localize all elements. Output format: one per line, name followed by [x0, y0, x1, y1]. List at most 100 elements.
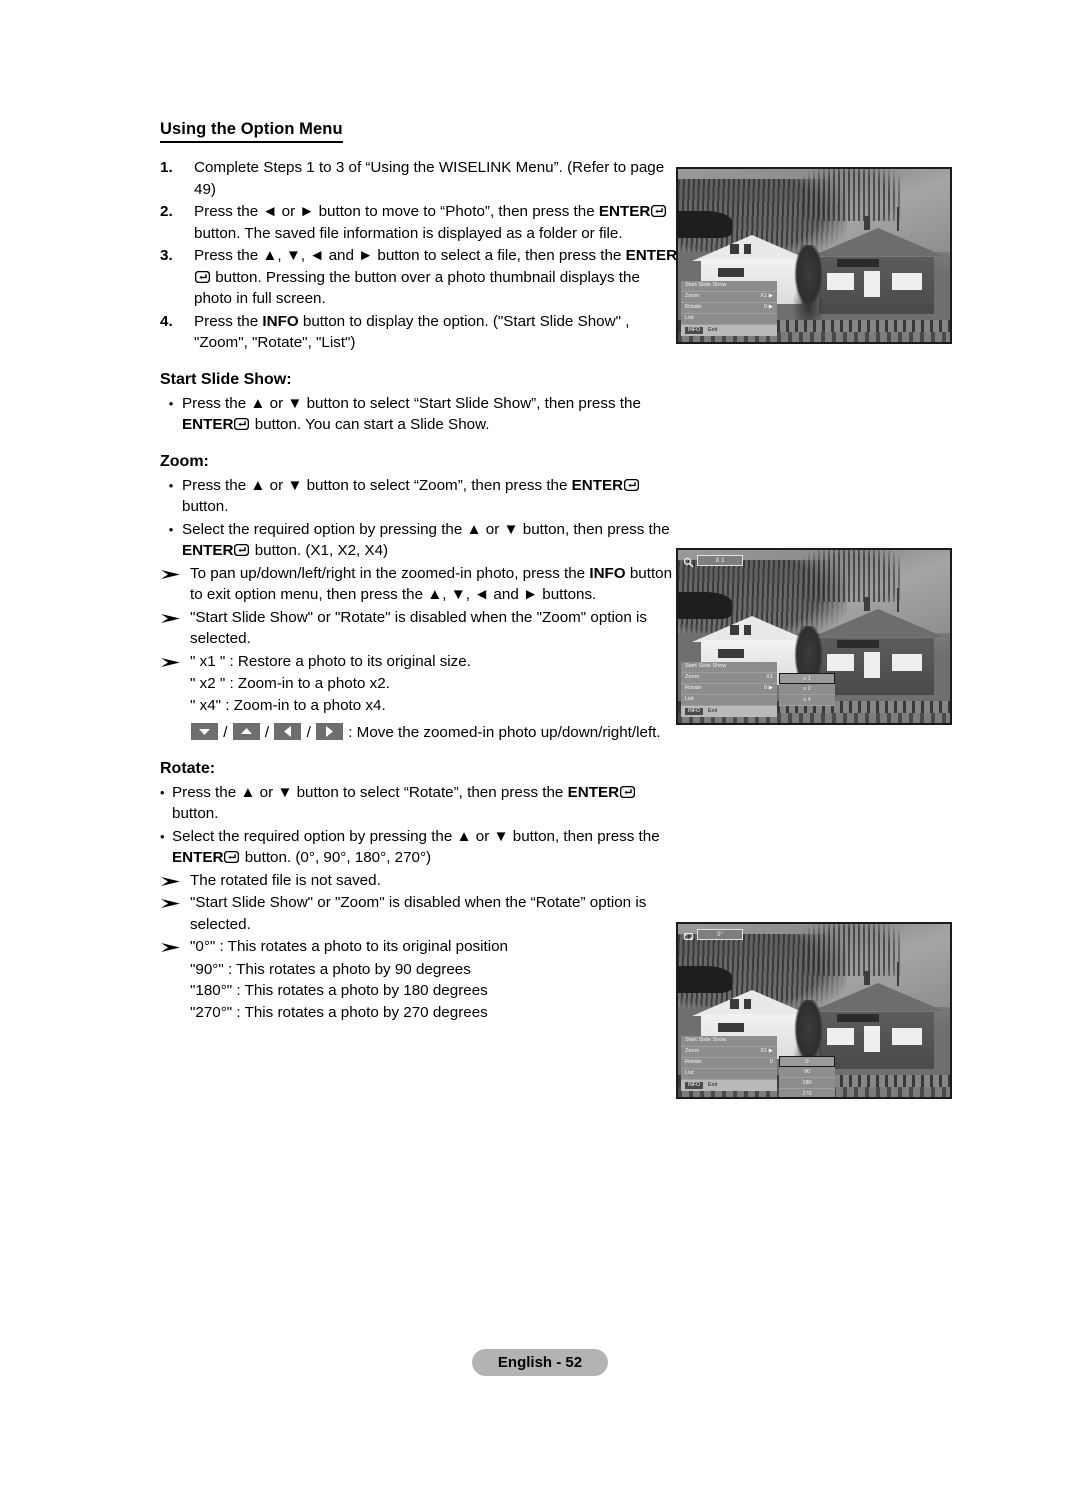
- enter-symbol-icon: [234, 544, 250, 556]
- bullet-item: • Select the required option by pressing …: [160, 519, 680, 562]
- osd-menu-item[interactable]: List: [681, 695, 777, 706]
- submenu-option[interactable]: x 2: [779, 684, 835, 695]
- bullet-dot-icon: •: [168, 521, 174, 537]
- down-arrow-key[interactable]: [191, 723, 218, 740]
- submenu-option[interactable]: 180: [779, 1078, 835, 1089]
- osd-menu-item[interactable]: Start Slide Show: [681, 281, 777, 292]
- osd-menu-item[interactable]: List: [681, 1069, 777, 1080]
- note-marker: [160, 936, 190, 958]
- key-name: INFO: [262, 312, 299, 330]
- key-separator: /: [260, 724, 274, 741]
- zoom-level-badge: X 1: [683, 555, 743, 568]
- bullet-item: • Press the ▲ or ▼ button to select “Zoom…: [160, 475, 680, 518]
- osd-item-label: Start Slide Show: [685, 1037, 727, 1044]
- numbered-step: 2. Press the ◄ or ► button to move to “Ph…: [160, 201, 680, 244]
- osd-item-value: 0 ▶: [764, 685, 773, 692]
- step-text: Press the ▲, ▼, ◄ and ► button to select…: [194, 247, 678, 307]
- right-arrow-key[interactable]: [316, 723, 344, 740]
- note-text: "Start Slide Show" or "Zoom" is disabled…: [190, 894, 647, 933]
- page-footer: English - 52: [0, 1349, 1080, 1376]
- bullet-dot-icon: •: [168, 395, 174, 411]
- note-marker-icon: [161, 899, 180, 908]
- osd-option-menu[interactable]: Start Slide Show Zoom X1 ▶ Rotate 0 ▶ List INF…: [681, 281, 777, 336]
- osd-menu-item[interactable]: List: [681, 314, 777, 325]
- osd-menu-item[interactable]: Rotate 0: [681, 1058, 777, 1069]
- photo-dark-chalet: [811, 207, 944, 315]
- key-separator: /: [302, 724, 316, 741]
- bullet-dot-icon: •: [160, 784, 165, 800]
- osd-option-menu[interactable]: Start Slide Show Zoom X1 ▶ Rotate 0 List INFO E…: [681, 1036, 777, 1091]
- osd-item-label: Start Slide Show: [685, 663, 727, 670]
- slideshow-bullets: • Press the ▲ or ▼ button to select “Star…: [160, 393, 680, 436]
- arrow-keys-line: / / / : Move the zoomed-in photo up/down…: [190, 722, 680, 744]
- osd-item-label: Rotate: [685, 685, 702, 692]
- osd-menu-item[interactable]: Zoom X1 ▶: [681, 292, 777, 303]
- submenu-option[interactable]: 270: [779, 1089, 835, 1097]
- key-name: ENTER: [182, 416, 234, 433]
- submenu-option-label: 270: [802, 1091, 812, 1097]
- enter-symbol-icon: [620, 785, 636, 798]
- osd-item-label: List: [685, 1070, 694, 1077]
- osd-item-label: List: [685, 696, 694, 703]
- submenu-option-label: x 2: [803, 686, 811, 692]
- osd-item-value: X1 ▶: [760, 293, 773, 300]
- osd-option-menu[interactable]: Start Slide Show Zoom X1 Rotate 0 ▶ List INFO E…: [681, 662, 777, 717]
- note-text: The rotated file is not saved.: [190, 871, 381, 889]
- rotate-angle-value: 0°: [697, 929, 743, 940]
- note-item: " x1 " : Restore a photo to its original…: [160, 651, 680, 673]
- info-key-badge: INFO: [685, 327, 703, 334]
- submenu-option[interactable]: x 1: [779, 673, 835, 684]
- osd-footer[interactable]: INFO Exit: [681, 325, 777, 336]
- osd-item-label: Rotate: [685, 304, 702, 311]
- note-text: "0°" : This rotates a photo to its origi…: [190, 938, 508, 955]
- submenu-option-label: 90: [803, 1069, 811, 1075]
- osd-item-value: 0: [769, 1059, 773, 1066]
- rotate-heading: Rotate:: [160, 759, 216, 777]
- submenu-option-label: x 4: [803, 697, 811, 703]
- osd-menu-item[interactable]: Zoom X1: [681, 673, 777, 684]
- enter-symbol-icon: [195, 270, 210, 283]
- photo-tree: [792, 245, 825, 329]
- osd-menu-item[interactable]: Start Slide Show: [681, 1036, 777, 1047]
- zoom-level-value: X 1: [697, 555, 743, 566]
- step-number: 4.: [160, 312, 173, 330]
- key-name: ENTER: [625, 247, 678, 264]
- submenu-option[interactable]: x 4: [779, 695, 835, 706]
- osd-menu-item[interactable]: Zoom X1 ▶: [681, 1047, 777, 1058]
- submenu-option-label: 180: [802, 1080, 812, 1086]
- numbered-step: 3. Press the ▲, ▼, ◄ and ► button to sele…: [160, 245, 680, 310]
- rotate-angle-badge: 0°: [683, 929, 743, 941]
- step-number: 2.: [160, 203, 173, 220]
- left-arrow-key[interactable]: [274, 723, 302, 740]
- submenu-option[interactable]: 0: [779, 1056, 835, 1067]
- osd-menu-item[interactable]: Start Slide Show: [681, 662, 777, 673]
- plain-line: "180°" : This rotates a photo by 180 deg…: [190, 982, 488, 999]
- zoom-submenu[interactable]: x 1 x 2 x 4: [779, 673, 835, 706]
- step-number: 1.: [160, 159, 173, 176]
- osd-item-label: Zoom: [685, 674, 700, 681]
- rotate-icon: [683, 929, 694, 941]
- page-number-pill: English - 52: [471, 1349, 609, 1376]
- osd-menu-item[interactable]: Rotate 0 ▶: [681, 684, 777, 695]
- note-item: To pan up/down/left/right in the zoomed-…: [160, 563, 680, 606]
- zoom-bullets: • Press the ▲ or ▼ button to select “Zoom…: [160, 475, 680, 744]
- magnifier-icon: [683, 555, 694, 568]
- bullet-text: Select the required option by pressing t…: [172, 827, 660, 867]
- osd-footer[interactable]: INFO Exit: [681, 706, 777, 717]
- osd-item-label: List: [685, 315, 694, 322]
- bullet-item: • Select the required option by pressing …: [160, 826, 680, 869]
- bullet-item: • Press the ▲ or ▼ button to select “Star…: [160, 393, 680, 436]
- osd-footer[interactable]: INFO Exit: [681, 1080, 777, 1091]
- slideshow-heading: Start Slide Show:: [160, 370, 292, 388]
- bullet-item: • Press the ▲ or ▼ button to select “Rota…: [160, 782, 680, 825]
- up-arrow-key[interactable]: [232, 723, 260, 740]
- note-item: "0°" : This rotates a photo to its origi…: [160, 936, 680, 958]
- plain-line: "90°" : This rotates a photo by 90 degre…: [190, 960, 471, 978]
- info-key-badge: INFO: [685, 1082, 703, 1089]
- submenu-option[interactable]: 90: [779, 1067, 835, 1078]
- page-title: Using the Option Menu: [160, 120, 343, 143]
- rotate-submenu[interactable]: 0 90 180 270: [779, 1056, 835, 1097]
- note-marker: [160, 892, 190, 935]
- step-text: Press the INFO button to display the opt…: [194, 312, 630, 352]
- osd-menu-item[interactable]: Rotate 0 ▶: [681, 303, 777, 314]
